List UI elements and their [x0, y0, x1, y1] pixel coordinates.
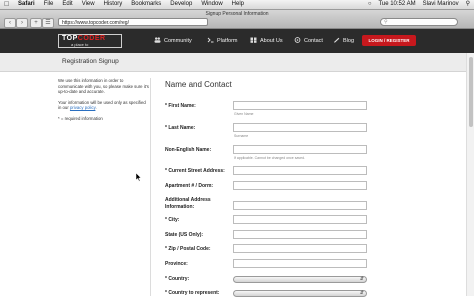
logo-wordmark: TOPCODER	[62, 35, 106, 42]
share-icon[interactable]: +	[30, 18, 42, 28]
menu-edit[interactable]: Edit	[62, 1, 72, 7]
nav-contact-label: Contact	[304, 38, 323, 44]
site-header: TOPCODER a place to Community Platform A…	[0, 29, 474, 53]
sidebar-privacy: Your information will be used only as sp…	[58, 100, 150, 111]
nav-about-label: About Us	[260, 38, 283, 44]
last-name-hint: Surname	[234, 134, 249, 138]
select-arrows-icon: ⇵	[359, 290, 364, 296]
back-button[interactable]: ‹	[4, 18, 16, 28]
privacy-policy-link[interactable]: privacy policy	[70, 105, 95, 110]
spotlight-icon[interactable]: ⚲	[466, 1, 470, 7]
nav-community[interactable]: Community	[154, 37, 192, 44]
nav-blog[interactable]: Blog	[333, 37, 354, 44]
state-label: State (US Only):	[165, 232, 204, 238]
menu-history[interactable]: History	[104, 1, 123, 7]
additional-label-2: Information:	[165, 204, 195, 210]
zip-label: * Zip / Postal Code:	[165, 246, 211, 252]
non-english-field[interactable]	[233, 145, 367, 154]
search-field[interactable]: ⚲	[380, 18, 458, 26]
country-select[interactable]: ⇵	[233, 276, 367, 283]
city-label: * City:	[165, 217, 180, 223]
logo-top: TOP	[62, 35, 78, 42]
browser-toolbar: Signup Personal Information ‹ › + ☰ http…	[0, 10, 474, 29]
non-english-hint: If applicable. Cannot be changed once sa…	[234, 156, 306, 160]
first-name-label: * First Name:	[165, 103, 196, 109]
logo-red: CODER	[77, 35, 106, 42]
blog-icon	[333, 37, 340, 43]
reader-icon[interactable]: ☰	[42, 18, 54, 28]
menu-view[interactable]: View	[82, 1, 95, 7]
privacy-suffix: .	[95, 105, 97, 110]
platform-icon	[207, 37, 214, 43]
province-field[interactable]	[233, 259, 367, 268]
nav-platform[interactable]: Platform	[207, 37, 237, 44]
nav-platform-label: Platform	[217, 38, 238, 44]
apartment-field[interactable]	[233, 181, 367, 190]
user-name[interactable]: Slavi Marinov	[423, 1, 459, 7]
first-name-field[interactable]	[233, 101, 367, 110]
menu-help[interactable]: Help	[232, 1, 244, 7]
people-icon	[154, 37, 161, 43]
contact-icon	[294, 37, 301, 43]
menu-window[interactable]: Window	[201, 1, 222, 7]
country-represent-label: * Country to represent:	[165, 290, 220, 296]
nav-about[interactable]: About Us	[250, 37, 283, 44]
zip-field[interactable]	[233, 244, 367, 253]
required-note: * = required information	[58, 115, 103, 121]
topcoder-logo[interactable]: TOPCODER a place to	[58, 34, 122, 48]
last-name-label: * Last Name:	[165, 125, 196, 131]
additional-field[interactable]	[233, 201, 367, 210]
login-register-button[interactable]: LOGIN / REGISTER	[362, 35, 416, 46]
page-scrollbar[interactable]	[466, 53, 474, 296]
info-icon	[250, 37, 257, 43]
apartment-label: Apartment # / Dorm:	[165, 183, 214, 189]
address-bar[interactable]: https://www.topcoder.com/reg/	[58, 18, 208, 26]
section-title: Name and Contact	[165, 80, 232, 89]
menu-bookmarks[interactable]: Bookmarks	[131, 1, 161, 7]
menubar-status: ○ Tue 10:52 AM Slavi Marinov ⚲	[361, 0, 470, 9]
nav-community-label: Community	[164, 38, 192, 44]
scrollbar-thumb[interactable]	[469, 57, 473, 127]
menu-file[interactable]: File	[44, 1, 54, 7]
city-field[interactable]	[233, 215, 367, 224]
non-english-label: Non-English Name:	[165, 147, 212, 153]
state-field[interactable]	[233, 230, 367, 239]
province-label: Province:	[165, 261, 188, 267]
last-name-field[interactable]	[233, 123, 367, 132]
first-name-hint: Given Name	[234, 112, 254, 116]
wifi-icon[interactable]: ○	[368, 1, 372, 7]
menu-develop[interactable]: Develop	[170, 1, 192, 7]
clock[interactable]: Tue 10:52 AM	[378, 1, 415, 7]
street-field[interactable]	[233, 166, 367, 175]
apple-icon[interactable]: 	[4, 0, 9, 9]
street-label: * Current Street Address:	[165, 168, 225, 174]
country-label: * Country:	[165, 276, 190, 282]
forward-button[interactable]: ›	[16, 18, 28, 28]
window-title: Signup Personal Information	[205, 11, 269, 17]
page-title: Registration Signup	[62, 58, 119, 65]
menu-safari[interactable]: Safari	[18, 1, 35, 7]
nav-blog-label: Blog	[343, 38, 355, 44]
sidebar-intro: We use this information in order to comm…	[58, 78, 149, 94]
logo-tagline: a place to	[71, 42, 89, 47]
info-sidebar: We use this information in order to comm…	[58, 78, 151, 296]
nav-contact[interactable]: Contact	[294, 37, 323, 44]
additional-label: Additional Address	[165, 197, 211, 203]
app-menu: Safari File Edit View History Bookmarks Develo…	[18, 0, 253, 9]
page-subheader: Registration Signup	[0, 53, 474, 72]
select-arrows-icon: ⇵	[359, 276, 364, 282]
os-menubar:  Safari File Edit View History Bookmarks Deve…	[0, 0, 474, 10]
